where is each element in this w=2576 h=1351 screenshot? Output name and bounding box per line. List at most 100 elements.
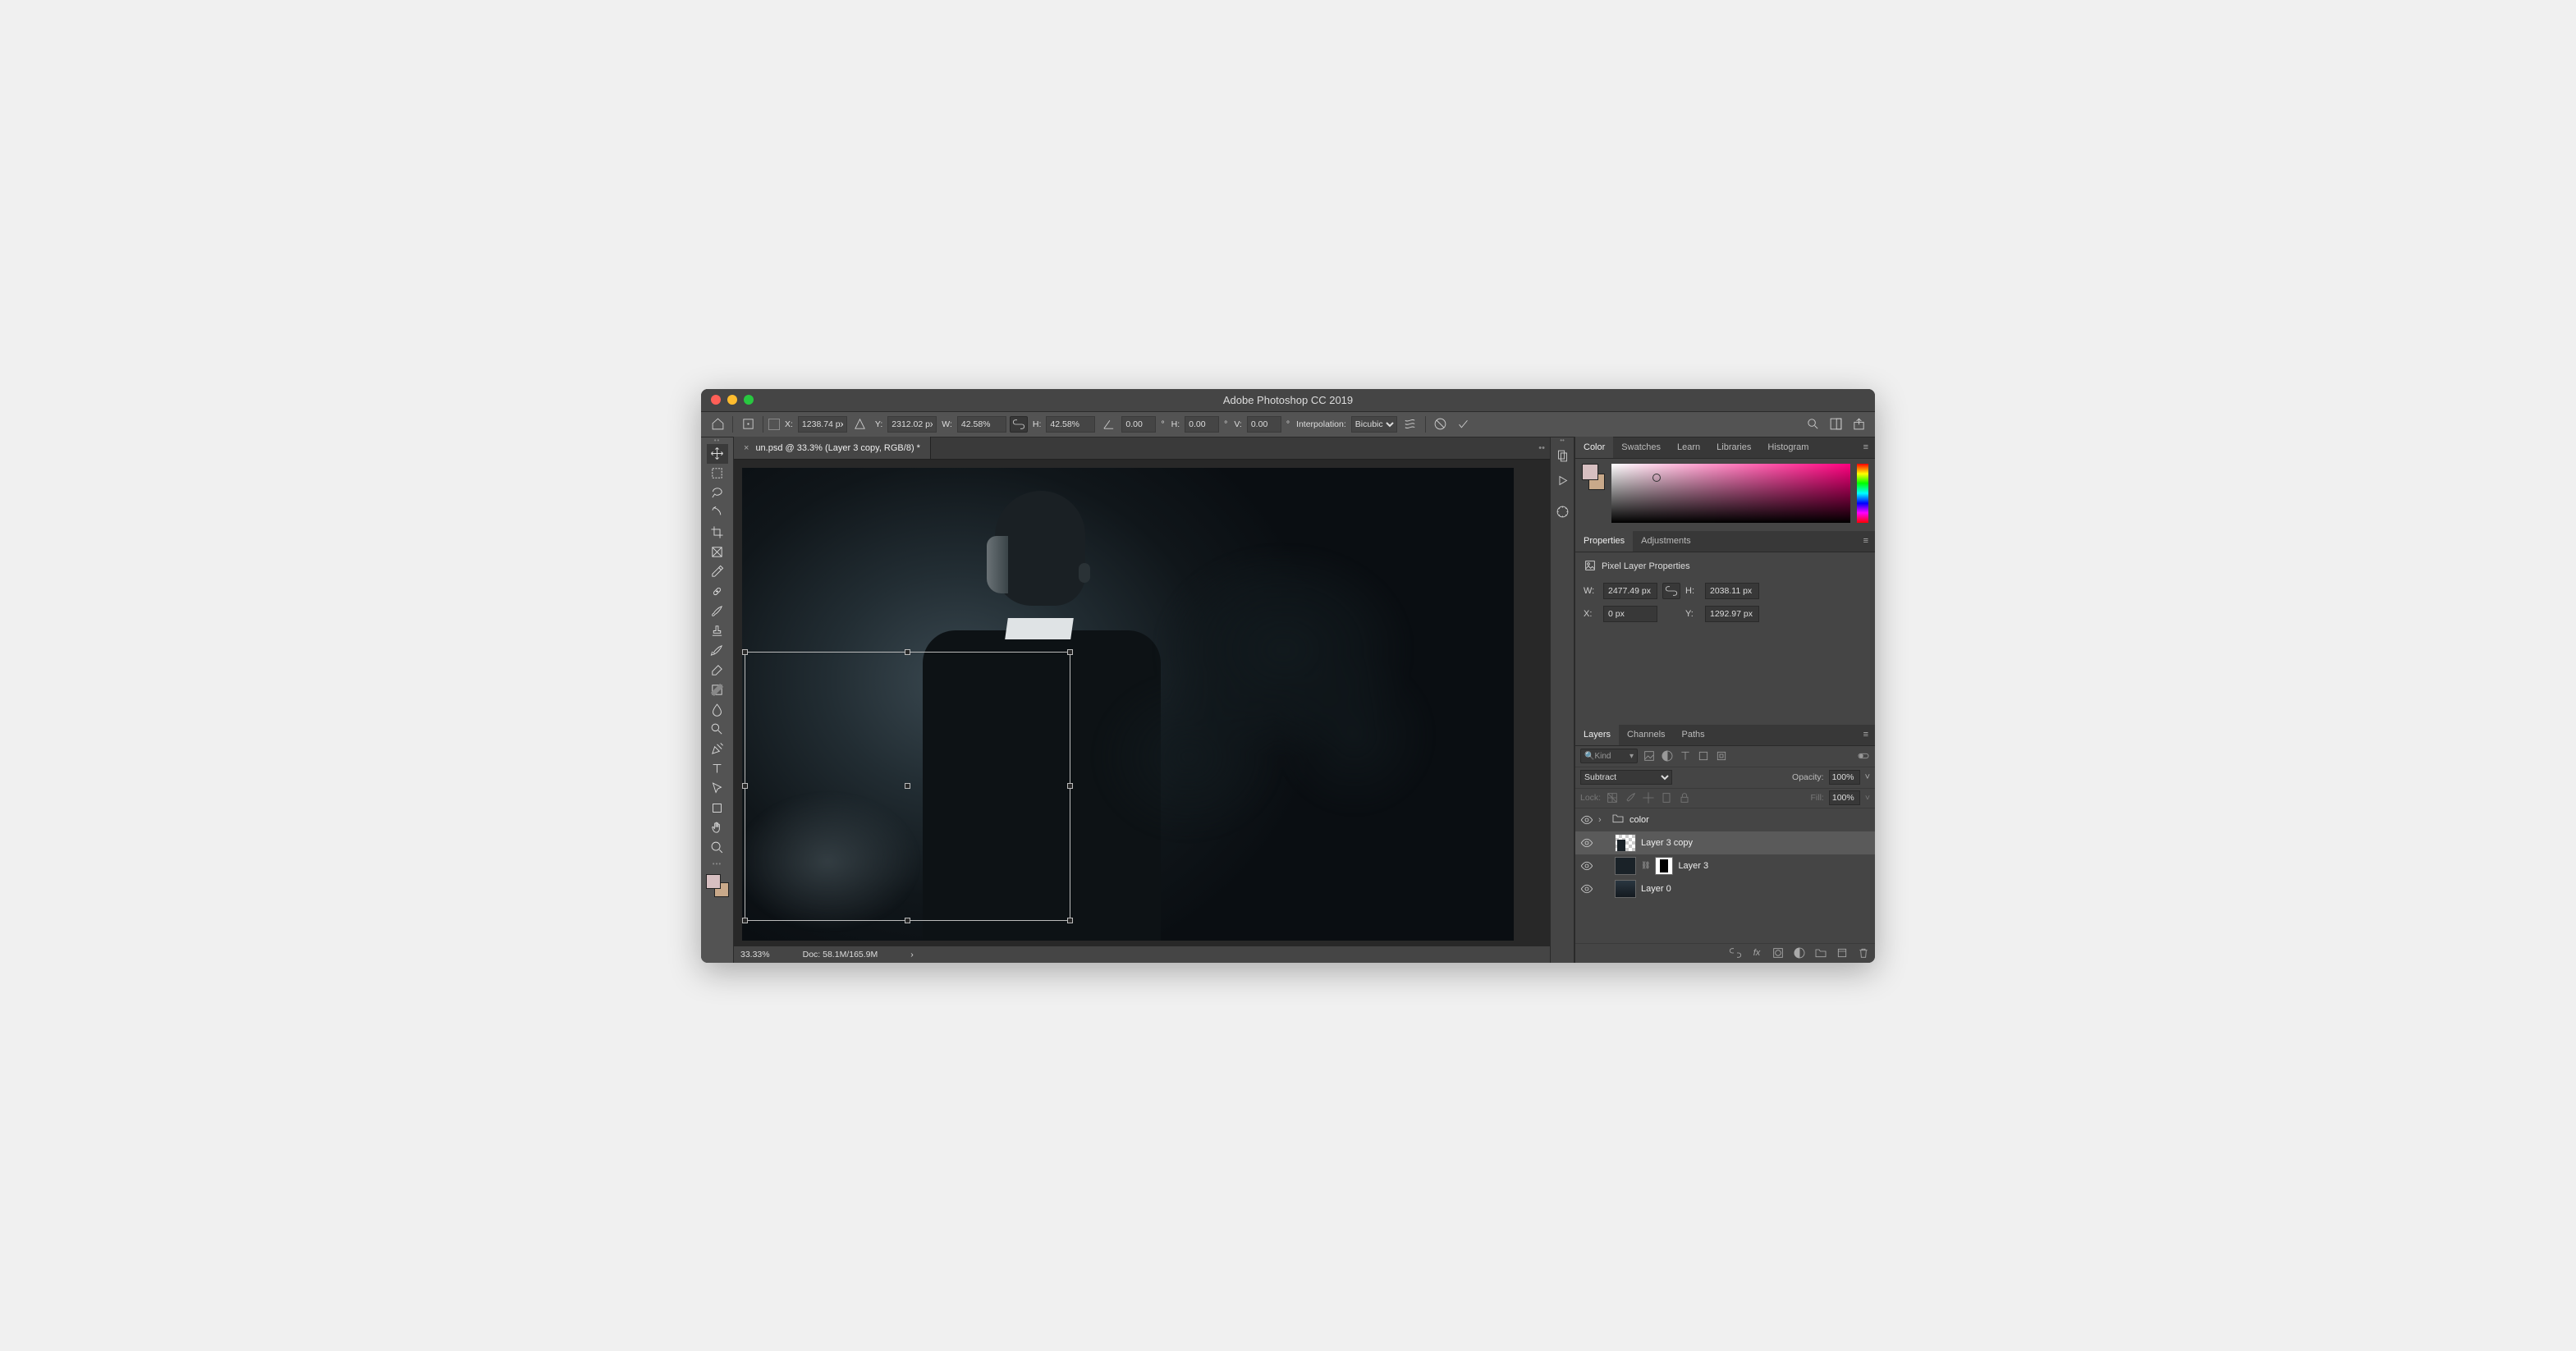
layer-row[interactable]: Layer 0 [1575, 877, 1875, 900]
tab-adjustments[interactable]: Adjustments [1633, 530, 1699, 552]
delete-layer-icon[interactable] [1857, 946, 1870, 959]
transform-box[interactable] [745, 652, 1070, 921]
filter-toggle-icon[interactable] [1857, 749, 1870, 763]
prop-y-input[interactable] [1705, 606, 1759, 622]
add-mask-icon[interactable] [1772, 946, 1785, 959]
document-tab[interactable]: × un.psd @ 33.3% (Layer 3 copy, RGB/8) * [734, 437, 931, 459]
dock-grip-icon[interactable]: •• [1551, 437, 1574, 444]
skew-v-input[interactable] [1247, 416, 1281, 433]
history-brush-tool[interactable] [707, 641, 728, 661]
lock-transparent-icon[interactable] [1606, 791, 1619, 804]
color-swatches[interactable] [706, 874, 729, 897]
hue-slider[interactable] [1857, 464, 1868, 523]
h-input[interactable] [1046, 416, 1095, 433]
minimize-window-button[interactable] [727, 395, 737, 405]
prop-h-input[interactable] [1705, 583, 1759, 599]
panel-menu-icon[interactable]: ≡ [1857, 730, 1875, 740]
move-tool[interactable] [707, 444, 728, 464]
layer-row[interactable]: Layer 3 copy [1575, 831, 1875, 854]
relative-checkbox[interactable] [768, 419, 780, 430]
angle-input[interactable] [1121, 416, 1156, 433]
x-input[interactable] [798, 416, 847, 433]
frame-tool[interactable] [707, 543, 728, 562]
blend-mode-select[interactable]: Subtract [1580, 770, 1672, 785]
tab-properties[interactable]: Properties [1575, 530, 1633, 552]
crop-tool[interactable] [707, 523, 728, 543]
tab-histogram[interactable]: Histogram [1759, 437, 1817, 458]
search-icon[interactable] [1803, 414, 1822, 434]
visibility-icon[interactable] [1580, 813, 1593, 827]
tab-libraries[interactable]: Libraries [1708, 437, 1759, 458]
new-layer-icon[interactable] [1836, 946, 1849, 959]
delta-icon[interactable] [850, 414, 870, 434]
y-input[interactable] [887, 416, 937, 433]
tab-layers[interactable]: Layers [1575, 724, 1619, 745]
lock-pixels-icon[interactable] [1624, 791, 1637, 804]
visibility-icon[interactable] [1580, 882, 1593, 895]
prop-w-input[interactable] [1603, 583, 1657, 599]
lock-all-icon[interactable] [1678, 791, 1691, 804]
canvas[interactable] [734, 460, 1550, 946]
tab-channels[interactable]: Channels [1619, 724, 1673, 745]
doc-info[interactable]: Doc: 58.1M/165.9M [803, 950, 878, 959]
marquee-tool[interactable] [707, 464, 728, 483]
color-swatch-pair[interactable] [1582, 464, 1605, 490]
eraser-tool[interactable] [707, 661, 728, 680]
shape-tool[interactable] [707, 799, 728, 818]
dodge-tool[interactable] [707, 720, 728, 740]
interpolation-select[interactable]: Bicubic [1351, 416, 1397, 433]
tab-swatches[interactable]: Swatches [1613, 437, 1669, 458]
home-icon[interactable] [708, 414, 727, 434]
new-group-icon[interactable] [1814, 946, 1827, 959]
panel-menu-icon[interactable]: ≡ [1857, 442, 1875, 452]
link-wh-icon[interactable] [1010, 416, 1028, 433]
gutter-grip-icon[interactable]: •• [701, 437, 733, 444]
quick-select-tool[interactable] [707, 503, 728, 523]
visibility-icon[interactable] [1580, 859, 1593, 872]
zoom-readout[interactable]: 33.33% [740, 950, 770, 959]
mask-link-icon[interactable]: ⛓ [1641, 861, 1650, 870]
transform-ref-icon[interactable] [738, 414, 758, 434]
hand-tool[interactable] [707, 818, 728, 838]
tab-color[interactable]: Color [1575, 437, 1613, 458]
filter-adjust-icon[interactable] [1661, 749, 1674, 763]
panel-menu-icon[interactable]: ≡ [1857, 536, 1875, 546]
brush-tool[interactable] [707, 602, 728, 621]
tabbar-grip-icon[interactable]: •• [1533, 443, 1550, 453]
skew-h-input[interactable] [1185, 416, 1219, 433]
pen-tool[interactable] [707, 740, 728, 759]
opacity-input[interactable] [1829, 770, 1860, 785]
layer-name[interactable]: Layer 3 [1678, 861, 1708, 871]
path-select-tool[interactable] [707, 779, 728, 799]
navigator-panel-icon[interactable] [1552, 500, 1573, 524]
layer-name[interactable]: Layer 3 copy [1641, 838, 1693, 848]
type-tool[interactable] [707, 759, 728, 779]
link-icon[interactable] [1662, 583, 1680, 599]
link-layers-icon[interactable] [1729, 946, 1742, 959]
tab-learn[interactable]: Learn [1669, 437, 1708, 458]
lock-artboard-icon[interactable] [1660, 791, 1673, 804]
color-picker[interactable] [1611, 464, 1850, 523]
filter-smart-icon[interactable] [1715, 749, 1728, 763]
eyedropper-tool[interactable] [707, 562, 728, 582]
fill-input[interactable] [1829, 790, 1860, 805]
cancel-transform-icon[interactable] [1431, 414, 1451, 434]
lasso-tool[interactable] [707, 483, 728, 503]
layer-row[interactable]: › color [1575, 808, 1875, 831]
disclosure-icon[interactable]: › [1598, 815, 1607, 825]
statusbar-chevron-icon[interactable]: › [910, 950, 914, 959]
tab-paths[interactable]: Paths [1674, 724, 1713, 745]
close-window-button[interactable] [711, 395, 721, 405]
healing-tool[interactable] [707, 582, 728, 602]
layer-name[interactable]: color [1629, 815, 1649, 825]
zoom-window-button[interactable] [744, 395, 754, 405]
filter-shape-icon[interactable] [1697, 749, 1710, 763]
tool-extra-icon[interactable]: ••• [701, 861, 733, 868]
close-tab-icon[interactable]: × [744, 443, 749, 453]
layer-name[interactable]: Layer 0 [1641, 884, 1671, 894]
w-input[interactable] [957, 416, 1006, 433]
filter-pixel-icon[interactable] [1643, 749, 1656, 763]
blur-tool[interactable] [707, 700, 728, 720]
history-panel-icon[interactable] [1552, 444, 1573, 469]
gradient-tool[interactable] [707, 680, 728, 700]
